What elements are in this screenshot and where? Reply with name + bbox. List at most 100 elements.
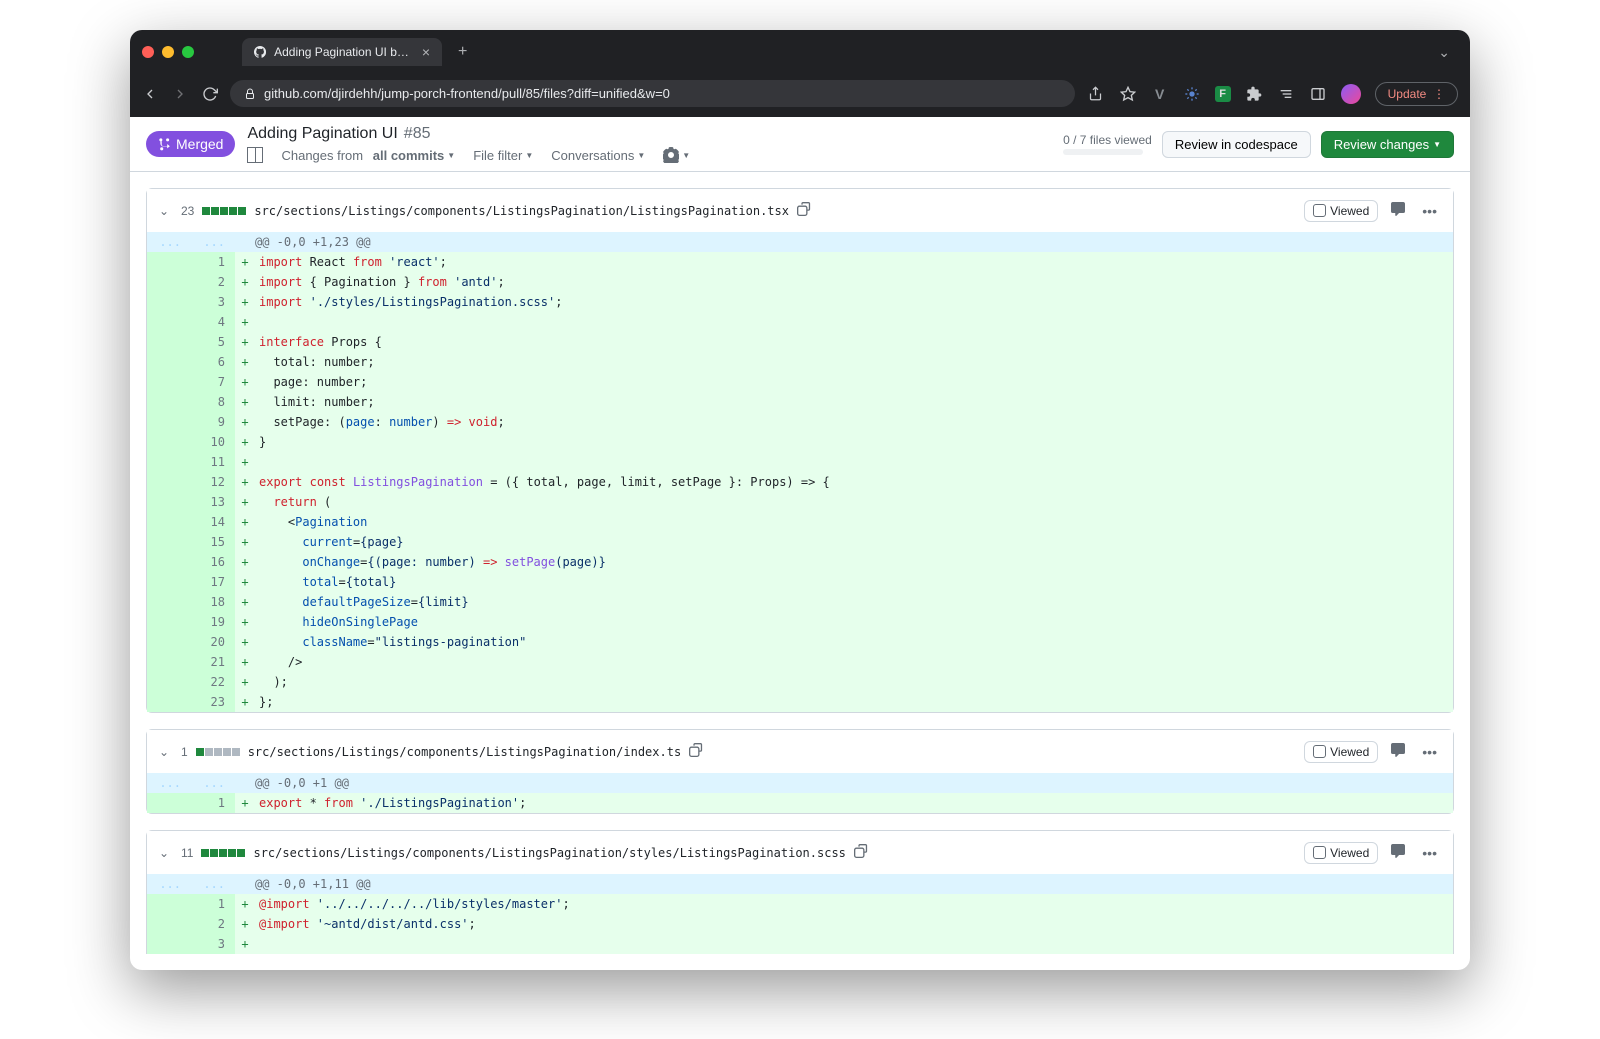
- diff-layout-icon[interactable]: [247, 147, 263, 163]
- diff-line[interactable]: 14+ <Pagination: [147, 512, 1453, 532]
- extension-icon-1[interactable]: V: [1151, 85, 1169, 103]
- diff-line[interactable]: 3+import './styles/ListingsPagination.sc…: [147, 292, 1453, 312]
- checkbox-icon: [1313, 204, 1326, 217]
- update-button[interactable]: Update ⋮: [1375, 82, 1458, 106]
- extension-icon-3[interactable]: F: [1215, 86, 1231, 102]
- comment-icon[interactable]: [1386, 738, 1410, 765]
- review-changes-button[interactable]: Review changes ▼: [1321, 131, 1454, 158]
- window-minimize-button[interactable]: [162, 46, 174, 58]
- diff-line[interactable]: 3+: [147, 934, 1453, 954]
- caret-down-icon: ▼: [1433, 140, 1441, 149]
- checkbox-icon: [1313, 846, 1326, 859]
- kebab-menu-icon[interactable]: •••: [1418, 740, 1441, 764]
- back-button[interactable]: [142, 86, 158, 102]
- diff-line[interactable]: 1+import React from 'react';: [147, 252, 1453, 272]
- diff-line[interactable]: 2+@import '~antd/dist/antd.css';: [147, 914, 1453, 934]
- progress-bar: [1063, 149, 1143, 155]
- copy-path-icon[interactable]: [797, 202, 811, 219]
- diff-table: ......@@ -0,0 +1,11 @@ 1+@import '../../…: [147, 874, 1453, 954]
- tab-overflow-button[interactable]: ⌄: [1430, 40, 1458, 65]
- copy-path-icon[interactable]: [689, 743, 703, 760]
- nav-buttons: [142, 86, 218, 102]
- diff-line[interactable]: 2+import { Pagination } from 'antd';: [147, 272, 1453, 292]
- files-viewed-progress: 0 / 7 files viewed: [1063, 133, 1152, 155]
- pr-title-group: Adding Pagination UI #85 Changes from al…: [247, 125, 690, 163]
- side-panel-icon[interactable]: [1309, 85, 1327, 103]
- diff-line[interactable]: 17+ total={total}: [147, 572, 1453, 592]
- diff-line-count: 1: [181, 745, 188, 759]
- url-bar: github.com/djirdehh/jump-porch-frontend/…: [130, 74, 1470, 117]
- diff-line[interactable]: 6+ total: number;: [147, 352, 1453, 372]
- close-tab-icon[interactable]: ×: [422, 44, 430, 60]
- diff-line[interactable]: 1+export * from './ListingsPagination';: [147, 793, 1453, 813]
- diff-table: ......@@ -0,0 +1 @@ 1+export * from './L…: [147, 773, 1453, 813]
- diff-line[interactable]: 9+ setPage: (page: number) => void;: [147, 412, 1453, 432]
- comment-icon[interactable]: [1386, 197, 1410, 224]
- url-input[interactable]: github.com/djirdehh/jump-porch-frontend/…: [230, 80, 1075, 107]
- diff-settings[interactable]: ▼: [663, 147, 690, 163]
- window-maximize-button[interactable]: [182, 46, 194, 58]
- diff-line[interactable]: 22+ );: [147, 672, 1453, 692]
- github-icon: [254, 45, 266, 59]
- viewed-checkbox[interactable]: Viewed: [1304, 741, 1378, 763]
- diff-line[interactable]: 18+ defaultPageSize={limit}: [147, 592, 1453, 612]
- pr-title: Adding Pagination UI: [247, 125, 397, 143]
- extension-icon-4[interactable]: [1277, 85, 1295, 103]
- file-diff-block: ⌄ 1 src/sections/Listings/components/Lis…: [146, 729, 1454, 814]
- diff-line[interactable]: 8+ limit: number;: [147, 392, 1453, 412]
- diff-line[interactable]: 1+@import '../../../../../lib/styles/mas…: [147, 894, 1453, 914]
- hunk-header-row: ......@@ -0,0 +1,11 @@: [147, 874, 1453, 894]
- file-header: ⌄ 23 src/sections/Listings/components/Li…: [147, 189, 1453, 232]
- conversations-filter[interactable]: Conversations ▼: [551, 148, 645, 163]
- comment-icon[interactable]: [1386, 839, 1410, 866]
- diff-line[interactable]: 11+: [147, 452, 1453, 472]
- file-diff-block: ⌄ 23 src/sections/Listings/components/Li…: [146, 188, 1454, 713]
- file-path[interactable]: src/sections/Listings/components/Listing…: [248, 745, 681, 759]
- diff-line[interactable]: 15+ current={page}: [147, 532, 1453, 552]
- file-path[interactable]: src/sections/Listings/components/Listing…: [254, 204, 789, 218]
- forward-button[interactable]: [172, 86, 188, 102]
- diff-line[interactable]: 21+ />: [147, 652, 1453, 672]
- browser-window: Adding Pagination UI by djirde × + ⌄ git…: [130, 30, 1470, 970]
- diff-line[interactable]: 7+ page: number;: [147, 372, 1453, 392]
- review-in-codespace-button[interactable]: Review in codespace: [1162, 131, 1311, 158]
- diff-line[interactable]: 5+interface Props {: [147, 332, 1453, 352]
- file-filter[interactable]: File filter ▼: [473, 148, 533, 163]
- bookmark-star-icon[interactable]: [1119, 85, 1137, 103]
- file-header: ⌄ 1 src/sections/Listings/components/Lis…: [147, 730, 1453, 773]
- viewed-checkbox[interactable]: Viewed: [1304, 842, 1378, 864]
- diff-line[interactable]: 19+ hideOnSinglePage: [147, 612, 1453, 632]
- reload-button[interactable]: [202, 86, 218, 102]
- diff-line[interactable]: 13+ return (: [147, 492, 1453, 512]
- caret-down-icon: ▼: [637, 151, 645, 160]
- merged-badge: Merged: [146, 131, 235, 157]
- checkbox-icon: [1313, 745, 1326, 758]
- new-tab-button[interactable]: +: [458, 43, 467, 61]
- chevron-down-icon[interactable]: ⌄: [159, 204, 173, 218]
- file-diff-block: ⌄ 11 src/sections/Listings/components/Li…: [146, 830, 1454, 954]
- merge-icon: [158, 137, 172, 151]
- changes-from-filter[interactable]: Changes from all commits ▼: [281, 148, 455, 163]
- browser-tab[interactable]: Adding Pagination UI by djirde ×: [242, 38, 442, 66]
- diff-line[interactable]: 16+ onChange={(page: number) => setPage(…: [147, 552, 1453, 572]
- lock-icon: [244, 88, 256, 100]
- diff-line[interactable]: 10+}: [147, 432, 1453, 452]
- extension-icon-2[interactable]: [1183, 85, 1201, 103]
- window-close-button[interactable]: [142, 46, 154, 58]
- profile-avatar[interactable]: [1341, 84, 1361, 104]
- chevron-down-icon[interactable]: ⌄: [159, 846, 173, 860]
- diff-line[interactable]: 12+export const ListingsPagination = ({ …: [147, 472, 1453, 492]
- kebab-menu-icon[interactable]: •••: [1418, 199, 1441, 223]
- diff-line[interactable]: 4+: [147, 312, 1453, 332]
- file-path[interactable]: src/sections/Listings/components/Listing…: [253, 846, 845, 860]
- diff-line[interactable]: 23+};: [147, 692, 1453, 712]
- share-icon[interactable]: [1087, 85, 1105, 103]
- diff-line[interactable]: 20+ className="listings-pagination": [147, 632, 1453, 652]
- kebab-menu-icon[interactable]: •••: [1418, 841, 1441, 865]
- titlebar: Adding Pagination UI by djirde × + ⌄: [130, 30, 1470, 74]
- chevron-down-icon[interactable]: ⌄: [159, 745, 173, 759]
- traffic-lights: [142, 46, 194, 58]
- extensions-puzzle-icon[interactable]: [1245, 85, 1263, 103]
- copy-path-icon[interactable]: [854, 844, 868, 861]
- viewed-checkbox[interactable]: Viewed: [1304, 200, 1378, 222]
